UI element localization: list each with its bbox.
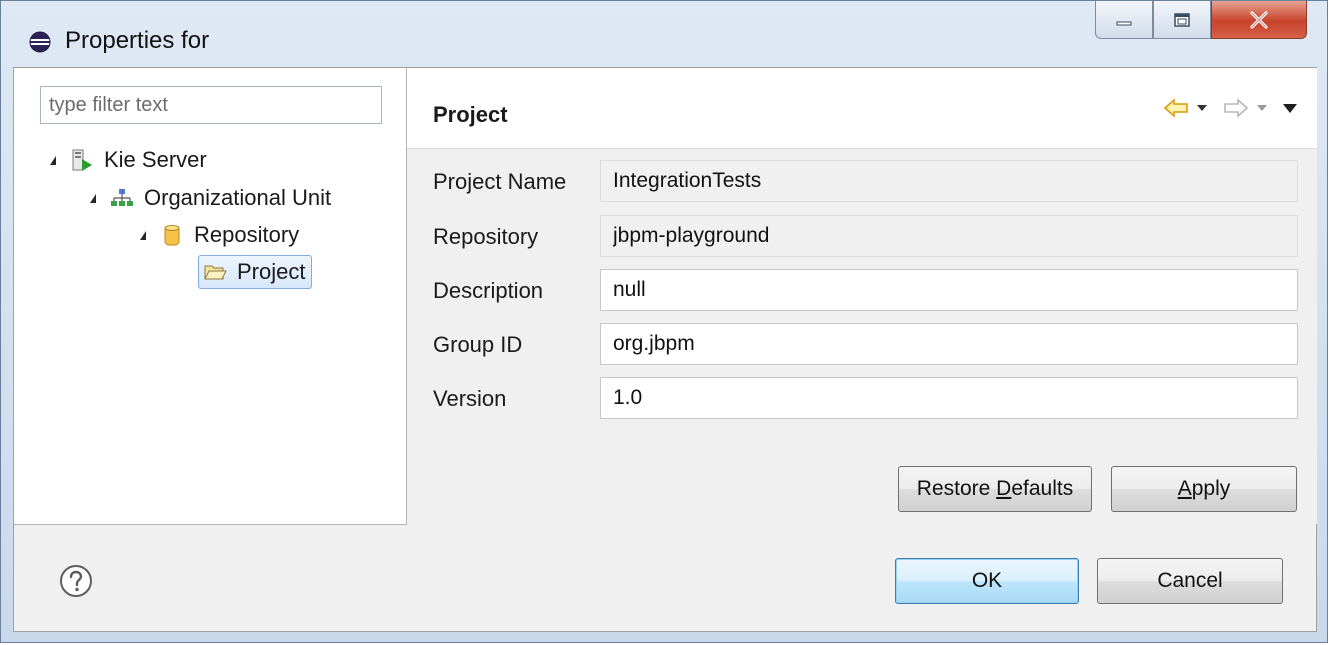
window-title: Properties for [65, 27, 210, 54]
view-menu-icon[interactable] [1283, 103, 1297, 113]
cancel-button[interactable]: Cancel [1097, 558, 1283, 604]
back-menu-icon[interactable] [1197, 105, 1207, 111]
version-field[interactable] [600, 377, 1298, 419]
expand-toggle-icon[interactable] [140, 230, 146, 240]
cancel-label: Cancel [1157, 569, 1223, 592]
tree-item-label: Repository [194, 222, 300, 247]
version-label: Version [433, 386, 507, 411]
tree-item-label: Project [237, 259, 306, 284]
repository-label: Repository [433, 224, 539, 249]
project-name-field[interactable] [600, 160, 1298, 202]
maximize-icon [1174, 12, 1190, 27]
property-page: Project Project Name Repository Descr [407, 68, 1317, 524]
minimize-button[interactable] [1095, 1, 1153, 39]
ok-label: OK [971, 569, 1003, 592]
repository-field[interactable] [600, 215, 1298, 257]
expand-toggle-icon[interactable] [90, 193, 96, 203]
dialog-client-area: Kie Server Organizational Unit [13, 67, 1317, 632]
repository-icon [164, 225, 180, 246]
server-icon [72, 149, 92, 171]
forward-arrow-icon[interactable] [1223, 98, 1249, 118]
restore-defaults-button[interactable]: Restore Defaults [898, 466, 1092, 512]
tree-item-project[interactable]: Project [198, 255, 313, 289]
org-unit-icon [111, 189, 133, 206]
tree-item-organizational-unit[interactable]: Organizational Unit [90, 182, 331, 214]
properties-dialog: Properties for type filter text Kie Serv… [0, 0, 1328, 643]
folder-open-icon [204, 265, 227, 280]
tree-item-kie-server[interactable]: Kie Server [50, 144, 207, 176]
forward-menu-icon[interactable] [1257, 105, 1267, 111]
apply-button[interactable]: Apply [1111, 466, 1297, 512]
back-arrow-icon[interactable] [1163, 98, 1189, 118]
tree-item-label: Kie Server [104, 147, 207, 172]
filter-input[interactable] [40, 86, 382, 124]
restore-defaults-label: Restore Defaults [916, 477, 1074, 500]
tree-item-repository[interactable]: Repository [140, 219, 299, 251]
project-name-label: Project Name [433, 169, 567, 194]
description-field[interactable] [600, 269, 1298, 311]
group-id-field[interactable] [600, 323, 1298, 365]
tree-item-label: Organizational Unit [144, 185, 332, 210]
close-icon [1250, 10, 1268, 29]
page-navigation [1163, 98, 1297, 118]
page-header: Project [407, 68, 1317, 149]
group-id-label: Group ID [433, 332, 523, 357]
title-bar[interactable]: Properties for [1, 1, 1327, 67]
maximize-button[interactable] [1153, 1, 1211, 39]
navigation-pane: Kie Server Organizational Unit [14, 68, 407, 525]
description-label: Description [433, 278, 544, 303]
help-icon[interactable] [59, 564, 93, 598]
page-title: Project [433, 102, 508, 127]
apply-label: Apply [1177, 477, 1231, 500]
window-controls [1095, 1, 1307, 39]
minimize-icon [1116, 21, 1132, 25]
ok-button[interactable]: OK [895, 558, 1079, 604]
close-button[interactable] [1211, 1, 1307, 39]
eclipse-icon [29, 31, 51, 53]
expand-toggle-icon[interactable] [50, 155, 56, 165]
